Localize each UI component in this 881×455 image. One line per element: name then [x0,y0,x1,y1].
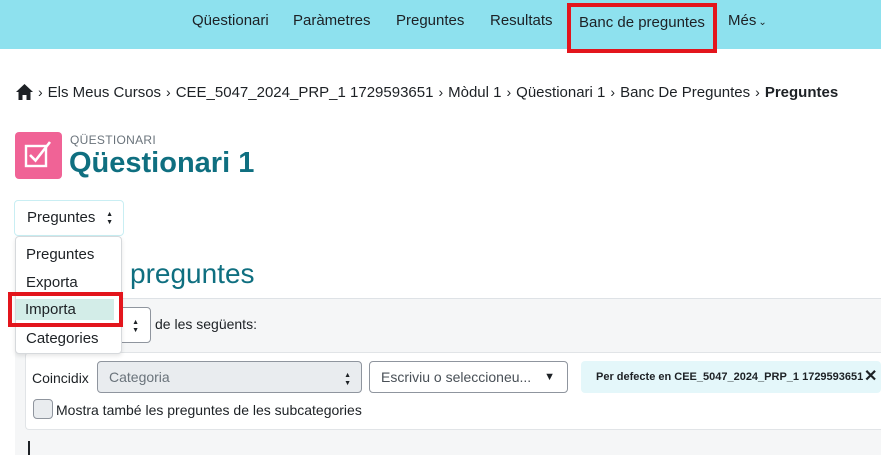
subcategories-checkbox[interactable] [33,399,53,419]
breadcrumb-item[interactable]: Els Meus Cursos [48,84,161,101]
chevron-right-icon: › [166,84,171,100]
question-bank-select[interactable]: Preguntes ▲ ▼ [14,200,124,236]
filter-tag-label: Per defecte en CEE_5047_2024_PRP_1 17295… [596,371,864,383]
nav-item-mes[interactable]: Més ⌄ [728,0,767,49]
page-subtitle: QÜESTIONARI [70,133,156,147]
section-heading: preguntes [130,258,255,289]
top-navigation: Qüestionari Paràmetres Preguntes Resulta… [0,0,881,53]
filter-tag: Per defecte en CEE_5047_2024_PRP_1 17295… [581,361,881,393]
close-icon[interactable]: ✕ [864,361,877,393]
subcategories-label: Mostra també les preguntes de les subcat… [56,402,362,418]
caret-down-icon: ▼ [544,371,555,383]
dropdown-item-preguntes[interactable]: Preguntes [26,246,94,263]
breadcrumb: › Els Meus Cursos › CEE_5047_2024_PRP_1 … [16,83,838,101]
dropdown-item-categories[interactable]: Categories [26,330,99,347]
nav-item-parametres[interactable]: Paràmetres [293,0,371,49]
nav-item-questionari[interactable]: Qüestionari [192,0,269,49]
nav-more-label: Més [728,12,757,29]
select-value: Preguntes [27,209,96,226]
category-select[interactable]: Categoria ▲ ▼ [97,361,362,393]
search-placeholder: Escriviu o seleccioneu... [381,369,532,385]
chevron-right-icon: › [755,84,760,100]
category-placeholder: Categoria [109,369,170,385]
filter-label: Coincidix [32,370,89,386]
breadcrumb-item[interactable]: Banc De Preguntes [620,84,750,101]
breadcrumb-current: Preguntes [764,83,839,101]
chevron-right-icon: › [610,84,616,100]
dropdown-item-importa[interactable]: Importa [25,301,76,318]
breadcrumb-item[interactable]: Qüestionari 1 [516,84,605,101]
dropdown-item-importa-highlight[interactable]: Importa [8,292,123,327]
select-arrows-icon: ▲ ▼ [106,211,113,226]
home-icon[interactable] [16,84,33,100]
quiz-icon [15,132,62,179]
breadcrumb-item[interactable]: CEE_5047_2024_PRP_1 1729593651 [176,84,434,101]
chevron-down-icon: ⌄ [758,17,767,28]
dropdown-item-exporta[interactable]: Exporta [26,274,78,291]
nav-item-banc-de-preguntes[interactable]: Banc de preguntes [567,3,717,53]
search-select[interactable]: Escriviu o seleccioneu... ▼ [369,361,568,393]
page-title: Qüestionari 1 [69,147,255,179]
nav-item-preguntes[interactable]: Preguntes [396,0,464,49]
chevron-right-icon: › [506,84,512,100]
select-arrows-icon: ▲ ▼ [344,372,351,387]
breadcrumb-item[interactable]: Mòdul 1 [448,84,501,101]
nav-item-label: Banc de preguntes [579,14,705,31]
text-cursor [28,441,30,455]
chevron-right-icon: › [438,84,444,100]
match-text: de les següents: [155,316,257,332]
select-arrows-icon: ▲ ▼ [132,319,139,334]
nav-item-resultats[interactable]: Resultats [490,0,553,49]
chevron-right-icon: › [38,84,43,100]
